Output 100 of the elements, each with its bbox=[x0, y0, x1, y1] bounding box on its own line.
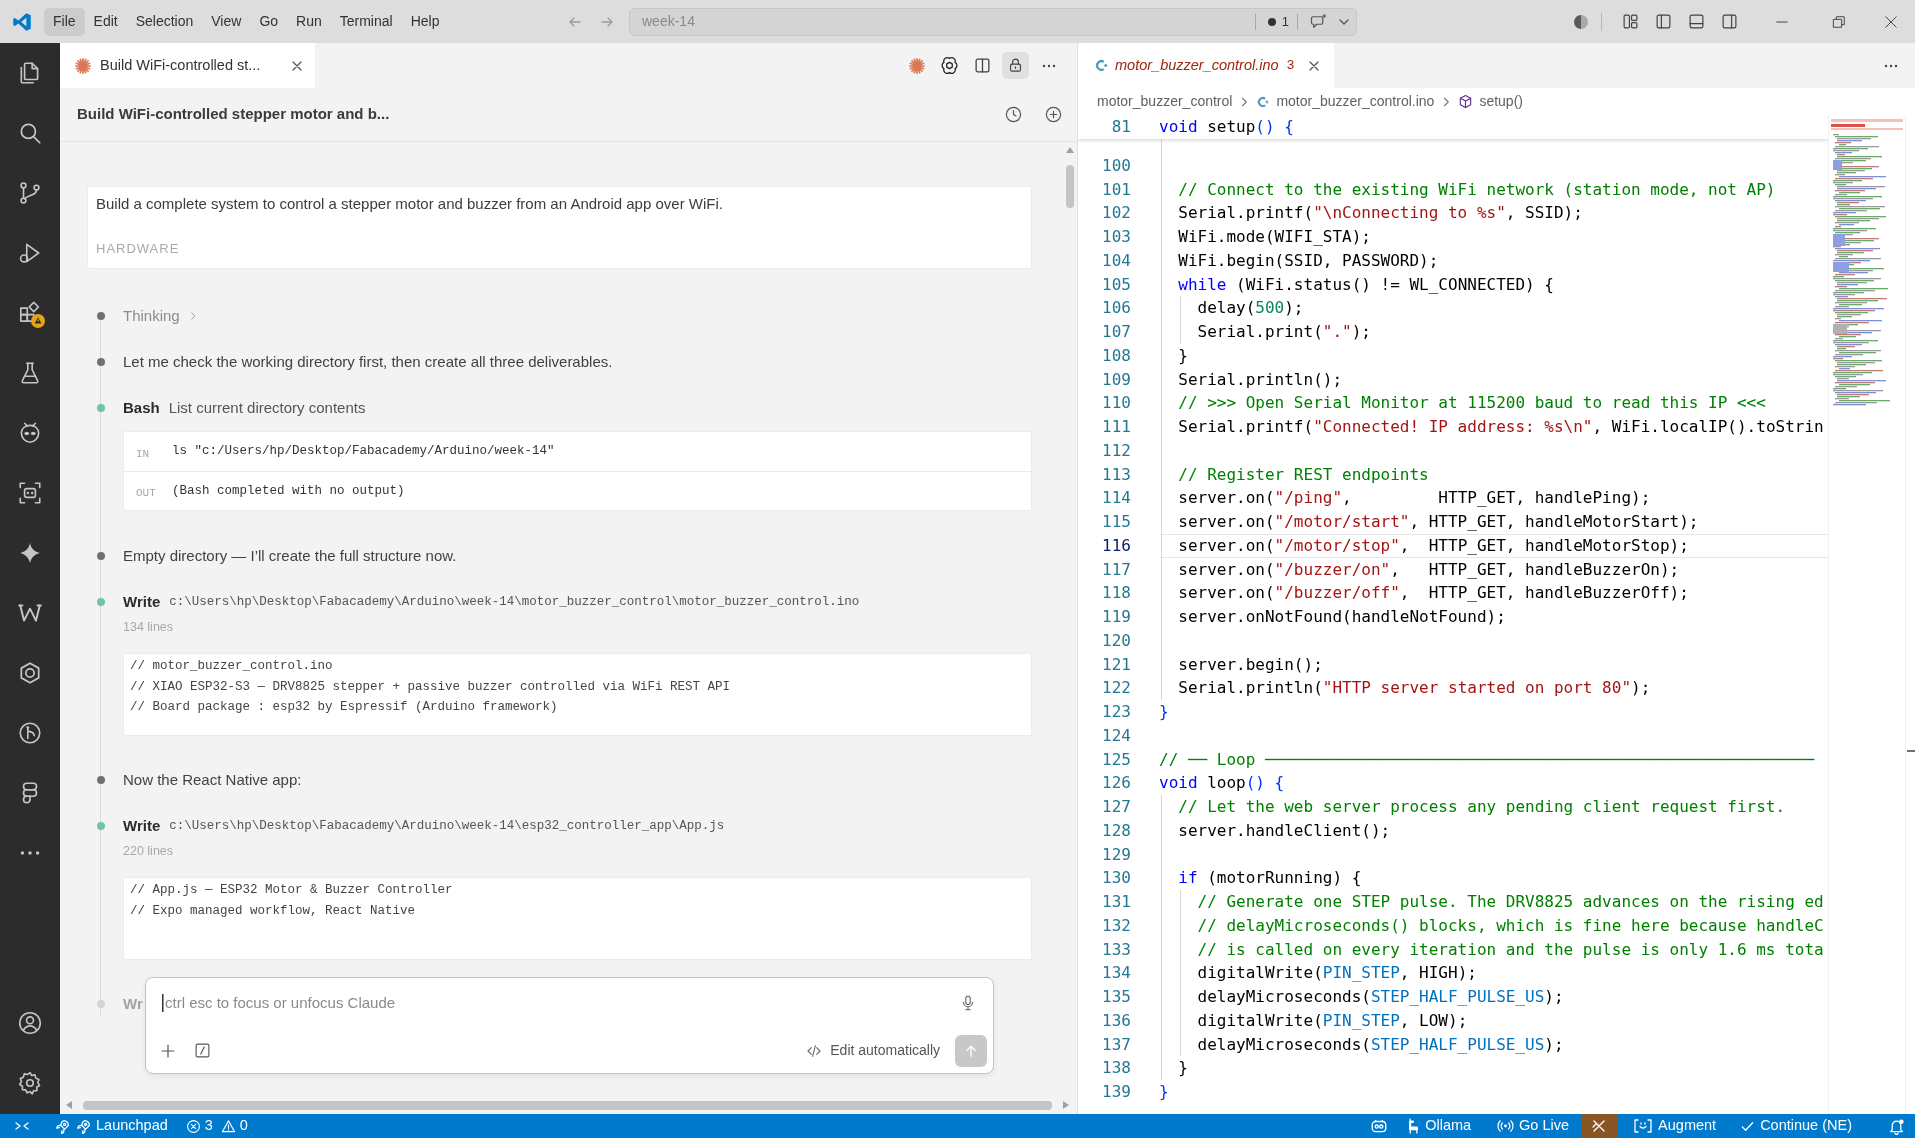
settings-icon[interactable] bbox=[17, 1070, 43, 1096]
code-line: } bbox=[1178, 344, 1188, 367]
warning-icon bbox=[220, 1118, 236, 1134]
close-icon[interactable] bbox=[1884, 14, 1898, 29]
line-number: 125 bbox=[1101, 748, 1131, 771]
line-number: 122 bbox=[1101, 677, 1131, 700]
code-line: // Board package : esp32 by Espressif (Arduino framework) bbox=[130, 699, 558, 716]
code-line: server.on("/ping", HTTP_GET, handlePing); bbox=[1178, 487, 1651, 510]
code-line: server.begin(); bbox=[1178, 653, 1323, 676]
breadcrumb[interactable]: motor_buzzer_control.ino bbox=[1256, 91, 1435, 112]
code-line: digitalWrite(PIN_STEP, HIGH); bbox=[1197, 962, 1477, 985]
menu-item[interactable]: View bbox=[202, 7, 251, 36]
account-icon[interactable] bbox=[17, 1010, 43, 1036]
launchpad-item[interactable]: Launchpad bbox=[52, 1115, 170, 1137]
tool-name: Wr bbox=[123, 993, 143, 1014]
menu-item[interactable]: Run bbox=[287, 7, 331, 36]
tool-name: Write bbox=[123, 591, 161, 612]
menu-item[interactable]: Go bbox=[250, 7, 288, 36]
menu-item[interactable]: Help bbox=[401, 7, 449, 36]
minimap[interactable] bbox=[1831, 116, 1903, 406]
line-number: 118 bbox=[1101, 582, 1131, 605]
layout-icon[interactable] bbox=[1622, 13, 1639, 30]
knot-icon[interactable] bbox=[940, 56, 959, 75]
line-count: 134 lines bbox=[123, 619, 174, 635]
code-line: digitalWrite(PIN_STEP, LOW); bbox=[1197, 1009, 1468, 1032]
code-line: server.on("/buzzer/off", HTTP_GET, handleBuzzerOff); bbox=[1178, 582, 1689, 605]
file-path: c:\Users\hp\Desktop\Fabacademy\Arduino\week-14\motor_buzzer_control\motor_buzzer_control.ino bbox=[169, 593, 860, 611]
breadcrumb[interactable]: motor_buzzer_control bbox=[1097, 91, 1233, 112]
dot-icon bbox=[1267, 17, 1276, 26]
history-icon[interactable] bbox=[1003, 105, 1023, 124]
code-line: // App.js — ESP32 Motor & Buzzer Controller bbox=[130, 882, 453, 899]
line-number: 104 bbox=[1101, 249, 1131, 272]
robot-face-icon[interactable] bbox=[17, 480, 43, 506]
split-view-icon[interactable] bbox=[974, 57, 991, 74]
file-path: c:\Users\hp\Desktop\Fabacademy\Arduino\week-14\esp32_controller_app\App.js bbox=[169, 817, 725, 835]
goggles-face-icon[interactable] bbox=[1370, 1117, 1389, 1135]
chat-plus-icon[interactable] bbox=[1310, 12, 1328, 31]
continue-item[interactable]: Continue (NE) bbox=[1734, 1115, 1858, 1137]
restore-icon[interactable] bbox=[1831, 14, 1846, 29]
new-chat-icon[interactable] bbox=[1043, 105, 1063, 124]
code-line: // Expo managed workflow, React Native bbox=[130, 902, 416, 920]
search-icon[interactable] bbox=[17, 120, 43, 146]
cube-icon bbox=[1458, 94, 1474, 109]
line-number: 119 bbox=[1101, 606, 1131, 628]
problems-item[interactable]: 3 0 bbox=[185, 1115, 248, 1137]
line-number: 139 bbox=[1101, 1081, 1131, 1103]
io-label: IN bbox=[136, 447, 150, 460]
ollama-item[interactable]: Ollama bbox=[1402, 1115, 1476, 1137]
section-heading: HARDWARE bbox=[96, 240, 180, 258]
command-center[interactable]: week-14 1 bbox=[629, 7, 1357, 36]
code-line: Serial.println(); bbox=[1178, 368, 1343, 391]
app-logo-icon[interactable] bbox=[12, 11, 32, 32]
hexagon-ring-icon[interactable] bbox=[17, 660, 43, 686]
asterisk-icon[interactable] bbox=[907, 56, 926, 75]
io-text: (Bash completed with no output) bbox=[172, 482, 405, 500]
bell-icon[interactable] bbox=[1888, 1117, 1905, 1135]
scrollbar-thumb[interactable] bbox=[83, 1100, 1052, 1110]
code-line: // ── Loop ───────────────────────────────────────────────────────── bbox=[1159, 748, 1815, 771]
menu-item[interactable]: Edit bbox=[84, 7, 127, 36]
code-line: // Connect to the existing WiFi network (station mode, not AP) bbox=[1178, 178, 1776, 201]
line-number: 108 bbox=[1101, 344, 1131, 367]
code-line: server.on("/buzzer/on", HTTP_GET, handleBuzzerOn); bbox=[1178, 558, 1680, 581]
bottom-panel-icon[interactable] bbox=[1688, 13, 1705, 30]
rocket-icon bbox=[75, 1117, 92, 1135]
error-icon bbox=[185, 1118, 201, 1134]
code-line: delay(500); bbox=[1197, 297, 1304, 320]
menu-item[interactable]: File bbox=[44, 7, 85, 36]
slash-command-icon[interactable] bbox=[194, 1042, 211, 1059]
code-line: // Let the web server process any pending client request first. bbox=[1178, 796, 1786, 818]
code-line: delayMicroseconds(STEP_HALF_PULSE_US); bbox=[1197, 1033, 1564, 1056]
scrollbar-thumb[interactable] bbox=[1066, 165, 1074, 208]
menu-item[interactable]: Selection bbox=[126, 7, 203, 36]
lock-button[interactable] bbox=[1002, 52, 1029, 79]
chat-tab[interactable]: Build WiFi-controlled st... bbox=[60, 43, 315, 88]
code-line: // motor_buzzer_control.ino bbox=[130, 658, 333, 675]
message-input[interactable]: ctrl esc to focus or unfocus Claude bbox=[165, 991, 959, 1015]
rocket-icon bbox=[54, 1117, 71, 1135]
line-count: 220 lines bbox=[123, 843, 174, 859]
message-text: Let me check the working directory first, then create all three deliverables. bbox=[123, 352, 613, 372]
branch-circle-icon[interactable] bbox=[17, 720, 43, 746]
half-circle-icon[interactable] bbox=[1573, 13, 1589, 30]
line-number: 110 bbox=[1101, 392, 1131, 415]
line-number: 134 bbox=[1101, 962, 1131, 985]
menu-item[interactable]: Terminal bbox=[330, 7, 402, 36]
line-number: 103 bbox=[1101, 226, 1131, 248]
edit-mode-button[interactable]: Edit automatically bbox=[806, 1040, 940, 1061]
warning-badge-icon bbox=[31, 314, 45, 328]
line-number: 111 bbox=[1101, 416, 1131, 438]
left-sidebar-icon[interactable] bbox=[1655, 13, 1672, 30]
breadcrumb[interactable]: setup() bbox=[1458, 91, 1523, 112]
alert-item[interactable] bbox=[1581, 1114, 1618, 1138]
io-label: OUT bbox=[136, 487, 156, 499]
line-number: 117 bbox=[1101, 558, 1131, 581]
go-live-item[interactable]: Go Live bbox=[1491, 1115, 1576, 1137]
right-sidebar-icon[interactable] bbox=[1721, 13, 1738, 30]
line-number: 135 bbox=[1101, 986, 1131, 1008]
branch-icon[interactable] bbox=[17, 180, 43, 206]
chat-title: Build WiFi-controlled stepper motor and b... bbox=[77, 104, 390, 125]
editor-tab[interactable]: motor_buzzer_control.ino 3 bbox=[1078, 43, 1335, 88]
augment-item[interactable]: Augment bbox=[1627, 1115, 1723, 1137]
